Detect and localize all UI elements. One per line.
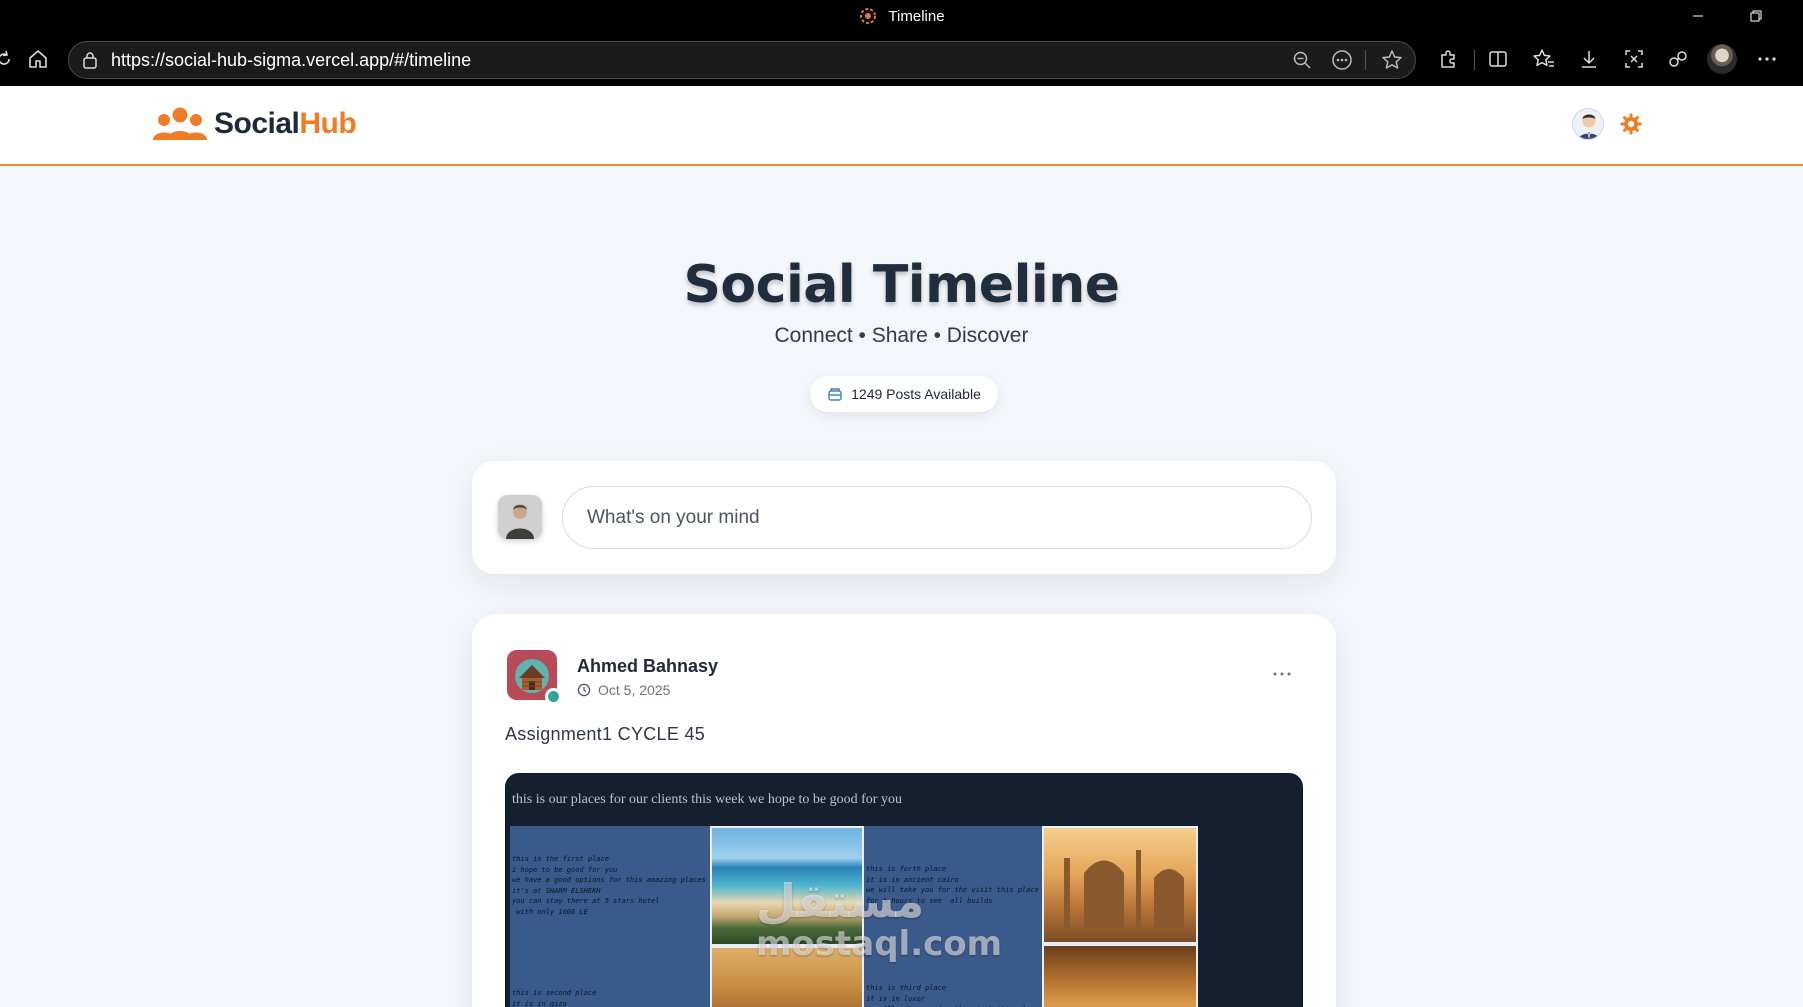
page-title: Social Timeline — [683, 255, 1120, 315]
extensions-icon[interactable] — [1428, 32, 1468, 86]
post-composer — [472, 461, 1336, 574]
lock-icon[interactable] — [73, 42, 107, 78]
archive-icon — [828, 388, 842, 401]
composer-avatar[interactable] — [498, 495, 542, 539]
image-note-second-place: this is second place it is in giza — [512, 989, 597, 1007]
brand-logo[interactable]: SocialHub — [152, 106, 357, 142]
photo-luxor-temple — [1042, 944, 1198, 1007]
image-note-first-place: this is the first place i hope to be goo… — [512, 855, 706, 916]
address-bar[interactable]: https://social-hub-sigma.vercel.app/#/ti… — [68, 41, 1416, 79]
download-icon[interactable] — [1569, 32, 1609, 86]
user-avatar[interactable] — [1572, 108, 1604, 140]
post-options-icon[interactable] — [1269, 664, 1295, 684]
brand-name-hub: Hub — [299, 107, 357, 140]
reading-mode-icon[interactable] — [1325, 42, 1359, 78]
tab-title-area[interactable]: Timeline — [0, 0, 1803, 32]
favorite-star-icon[interactable] — [1375, 42, 1409, 78]
url-text[interactable]: https://social-hub-sigma.vercel.app/#/ti… — [111, 42, 471, 78]
tab-favicon-icon — [860, 8, 877, 24]
browser-title-bar: Timeline — [0, 0, 1803, 32]
zoom-out-icon[interactable] — [1285, 42, 1319, 78]
post-author-name[interactable]: Ahmed Bahnasy — [577, 656, 718, 677]
post-body-text: Assignment1 CYCLE 45 — [505, 724, 706, 744]
clock-icon — [577, 683, 591, 697]
profile-avatar[interactable] — [1702, 32, 1742, 86]
posts-count-badge: 1249 Posts Available — [810, 376, 998, 412]
watermark-arabic: مستقل — [756, 874, 925, 928]
tab-title: Timeline — [888, 7, 945, 25]
toolbar-separator — [1474, 50, 1475, 70]
image-note-third-place: this is third place it is in luxor we wi… — [866, 984, 1039, 1007]
post-date-text: Oct 5, 2025 — [598, 682, 671, 698]
whats-on-your-mind-input[interactable] — [562, 486, 1312, 549]
site-header: SocialHub — [0, 86, 1803, 166]
favorites-icon[interactable] — [1524, 32, 1564, 86]
brand-name-social: Social — [214, 107, 300, 140]
brand-name: SocialHub — [214, 107, 357, 141]
address-separator — [1365, 50, 1366, 70]
watermark-latin: mostaql.com — [756, 924, 1003, 964]
online-status-indicator — [545, 688, 562, 705]
post-card: Ahmed Bahnasy Oct 5, 2025 Assignment1 CY… — [472, 614, 1336, 1007]
screenshot-icon[interactable] — [1614, 32, 1654, 86]
page-subtitle: Connect • Share • Discover — [774, 324, 1029, 347]
post-timestamp: Oct 5, 2025 — [577, 682, 670, 698]
minimize-icon[interactable] — [1675, 0, 1721, 32]
copilot-icon[interactable] — [1658, 32, 1698, 86]
post-image[interactable]: this is our places for our clients this … — [505, 773, 1303, 1007]
settings-gear-icon[interactable] — [1617, 110, 1645, 138]
posts-count-text: 1249 Posts Available — [851, 386, 981, 402]
photo-ancient-cairo — [1042, 826, 1198, 944]
restore-window-icon[interactable] — [1733, 0, 1779, 32]
home-icon[interactable] — [18, 32, 58, 86]
browser-toolbar: https://social-hub-sigma.vercel.app/#/ti… — [0, 32, 1803, 86]
split-screen-icon[interactable] — [1478, 32, 1518, 86]
more-menu-icon[interactable] — [1747, 32, 1787, 86]
users-group-icon — [153, 107, 207, 140]
image-caption-text: this is our places for our clients this … — [512, 792, 902, 807]
